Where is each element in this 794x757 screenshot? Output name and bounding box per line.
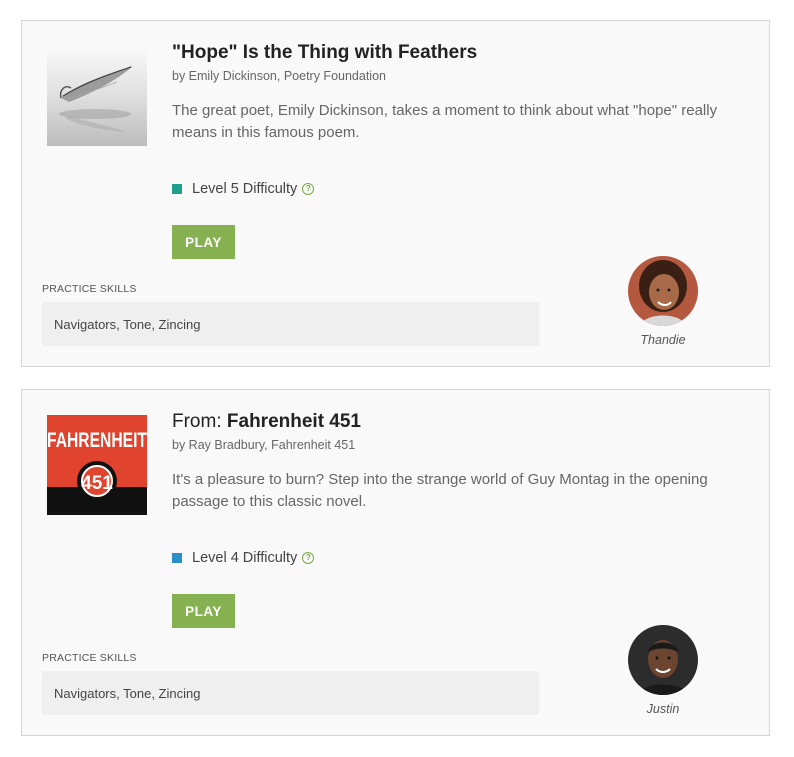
- lesson-title[interactable]: From: Fahrenheit 451: [172, 410, 361, 434]
- lesson-title[interactable]: "Hope" Is the Thing with Feathers: [172, 41, 477, 65]
- title-main: Fahrenheit 451: [226, 411, 361, 432]
- lesson-card-fahrenheit: FAHRENHEIT 451 From: Fahrenheit 451 by R…: [21, 389, 770, 736]
- coach-avatar-image: [628, 256, 698, 326]
- difficulty-level: Level 4 Difficulty ?: [172, 548, 315, 568]
- play-button[interactable]: PLAY: [172, 225, 235, 259]
- play-button[interactable]: PLAY: [172, 594, 235, 628]
- cover-title-text: FAHRENHEIT: [47, 429, 147, 452]
- lesson-byline: by Ray Bradbury, Fahrenheit 451: [172, 438, 356, 452]
- difficulty-level: Level 5 Difficulty ?: [172, 179, 315, 199]
- level-color-square: [172, 553, 182, 563]
- cover-number-text: 451: [81, 473, 113, 494]
- cover-image-fahrenheit[interactable]: FAHRENHEIT 451: [47, 415, 147, 515]
- lesson-description: The great poet, Emily Dickinson, takes a…: [172, 102, 718, 141]
- coach-avatar-image: [628, 625, 698, 695]
- practice-skills-label: PRACTICE SKILLS: [42, 652, 137, 664]
- help-icon[interactable]: ?: [302, 552, 315, 564]
- fahrenheit-cover-image: FAHRENHEIT 451: [47, 415, 147, 515]
- practice-skills-list: Navigators, Tone, Zincing: [42, 302, 539, 346]
- practice-skills-label: PRACTICE SKILLS: [42, 283, 137, 295]
- lesson-description: It's a pleasure to burn? Step into the s…: [172, 471, 708, 510]
- title-prefix: From:: [172, 411, 227, 432]
- difficulty-label: Level 4 Difficulty: [192, 550, 298, 566]
- help-icon[interactable]: ?: [302, 183, 315, 195]
- coach-avatar: [628, 256, 698, 326]
- coach-name: Justin: [646, 702, 680, 716]
- practice-skills-list: Navigators, Tone, Zincing: [42, 671, 539, 715]
- difficulty-label: Level 5 Difficulty: [192, 181, 298, 197]
- coach-avatar: [628, 625, 698, 695]
- feather-image: [47, 46, 147, 146]
- cover-image-feather[interactable]: [47, 46, 147, 146]
- lesson-card-hope: "Hope" Is the Thing with Feathers by Emi…: [21, 20, 770, 367]
- lesson-byline: by Emily Dickinson, Poetry Foundation: [172, 69, 386, 83]
- coach-name: Thandie: [640, 333, 686, 347]
- level-color-square: [172, 184, 182, 194]
